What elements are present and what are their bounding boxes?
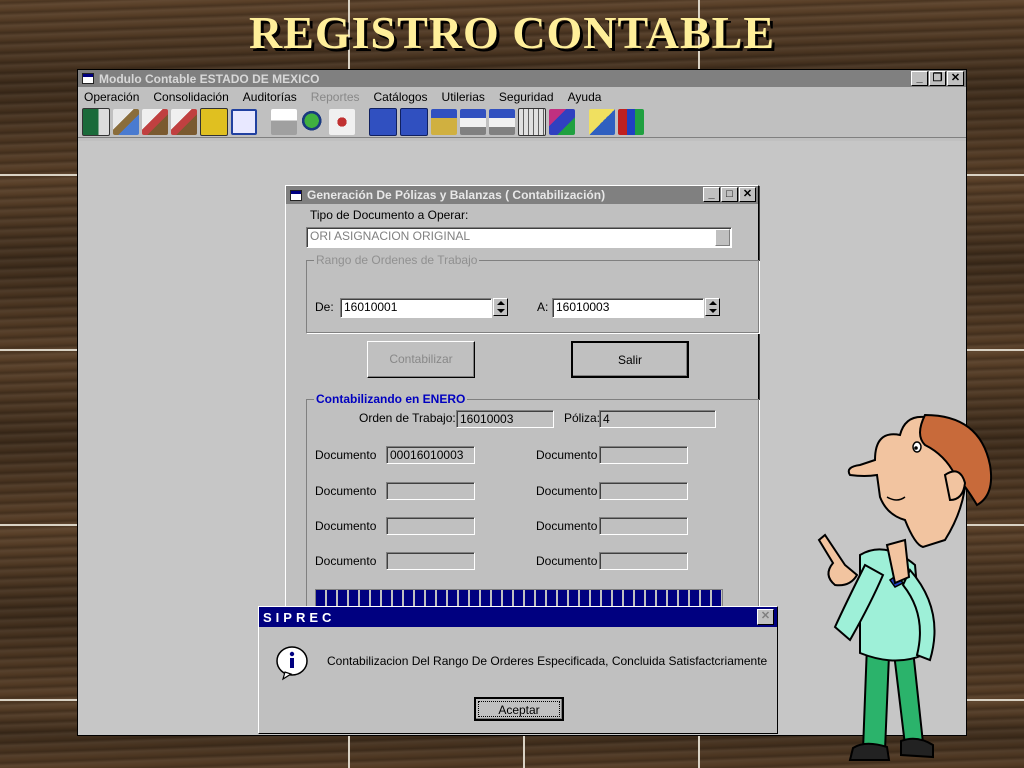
orden-value: 16010003 — [456, 410, 554, 428]
documento-label-1: Documento — [315, 448, 377, 462]
message-close-button[interactable]: ✕ — [757, 609, 774, 625]
dialog-titlebar[interactable]: Generación De Pólizas y Balanzas ( Conta… — [286, 186, 758, 204]
documento-label-2: Documento — [536, 448, 598, 462]
minimize-button[interactable]: _ — [911, 71, 928, 86]
documento-field-2 — [599, 446, 688, 464]
slide-title: REGISTRO CONTABLE — [248, 7, 776, 58]
dialog-close-button[interactable]: ✕ — [739, 187, 756, 202]
menu-catalogos[interactable]: Catálogos — [374, 90, 428, 104]
to-spinner[interactable] — [705, 298, 720, 316]
to-label: A: — [537, 300, 549, 314]
dialog-icon — [290, 189, 302, 201]
help-chart-icon[interactable] — [618, 109, 644, 135]
exit-door-icon[interactable] — [82, 108, 110, 136]
range-group-caption: Rango de Ordenes de Trabajo — [314, 253, 480, 267]
documento-field-7 — [386, 552, 475, 570]
printer-report-icon[interactable] — [460, 109, 486, 135]
progress-bar — [315, 589, 723, 607]
message-titlebar[interactable]: SIPREC ✕ — [259, 607, 777, 627]
documento-field-6 — [599, 517, 688, 535]
documento-field-5 — [386, 517, 475, 535]
contabilizar-button[interactable]: Contabilizar — [367, 341, 475, 378]
doc-type-value: ORI ASIGNACION ORIGINAL — [310, 229, 471, 243]
aceptar-button[interactable]: Aceptar — [474, 697, 564, 721]
restore-button[interactable]: ❐ — [929, 71, 946, 86]
edit-document-icon[interactable] — [589, 109, 615, 135]
polizas-icon[interactable] — [171, 109, 197, 135]
documento-field-4 — [599, 482, 688, 500]
menu-ayuda[interactable]: Ayuda — [568, 90, 602, 104]
calculator-icon[interactable] — [518, 108, 546, 136]
menu-consolidacion[interactable]: Consolidación — [153, 90, 228, 104]
catalogo-contable-icon[interactable] — [400, 108, 428, 136]
documento-label-8: Documento — [536, 554, 598, 568]
documento-field-8 — [599, 552, 688, 570]
dialog-maximize-button[interactable]: □ — [721, 187, 738, 202]
main-titlebar[interactable]: Modulo Contable ESTADO DE MEXICO _ ❐ ✕ — [78, 70, 966, 87]
documento-field-3 — [386, 482, 475, 500]
status-groupbox — [306, 399, 759, 613]
cedulas-icon[interactable] — [142, 109, 168, 135]
menu-reportes[interactable]: Reportes — [311, 90, 360, 104]
salir-button[interactable]: Salir — [571, 341, 689, 378]
siprec-message-box: SIPREC ✕ Contabilizacion Del Rango De Or… — [258, 606, 778, 734]
menu-auditorias[interactable]: Auditorías — [243, 90, 297, 104]
poliza-balanza-icon[interactable] — [200, 108, 228, 136]
documento-label-4: Documento — [536, 484, 598, 498]
documento-label-5: Documento — [315, 519, 377, 533]
magnifier-icon[interactable] — [300, 109, 326, 135]
dialog-title: Generación De Pólizas y Balanzas ( Conta… — [307, 188, 606, 202]
doc-type-label: Tipo de Documento a Operar: — [310, 208, 469, 222]
menu-operacion[interactable]: Operación — [84, 90, 139, 104]
printer-icon[interactable] — [271, 109, 297, 135]
documento-label-7: Documento — [315, 554, 377, 568]
message-text: Contabilizacion Del Rango De Orderes Esp… — [327, 654, 768, 668]
info-icon — [276, 646, 308, 681]
from-spinner[interactable] — [493, 298, 508, 316]
zoom-document-icon[interactable] — [329, 109, 355, 135]
stack-documents-icon[interactable] — [113, 109, 139, 135]
documento-field-1: 00016010003 — [386, 446, 475, 464]
documento-label-6: Documento — [536, 519, 598, 533]
to-input[interactable]: 16010003 — [552, 298, 704, 318]
books-icon[interactable] — [549, 109, 575, 135]
from-input[interactable]: 16010001 — [340, 298, 492, 318]
close-button[interactable]: ✕ — [947, 71, 964, 86]
message-title: SIPREC — [263, 609, 336, 625]
calendar-icon[interactable] — [231, 109, 257, 135]
status-group-caption: Contabilizando en ENERO — [314, 392, 468, 406]
dialog-minimize-button[interactable]: _ — [703, 187, 720, 202]
main-window-title: Modulo Contable ESTADO DE MEXICO — [99, 71, 320, 86]
menu-seguridad[interactable]: Seguridad — [499, 90, 554, 104]
poliza-label: Póliza: — [564, 411, 601, 425]
pointing-man-illustration — [817, 413, 993, 761]
balance-scale-icon[interactable] — [431, 109, 457, 135]
window-icon — [82, 73, 94, 84]
orden-label: Orden de Trabajo: — [359, 411, 456, 425]
documento-label-3: Documento — [315, 484, 377, 498]
toolbar — [78, 107, 966, 138]
contabilizacion-dialog: Generación De Pólizas y Balanzas ( Conta… — [285, 185, 759, 613]
ledger-blue-icon[interactable] — [369, 108, 397, 136]
menu-utilerias[interactable]: Utilerias — [442, 90, 485, 104]
range-groupbox — [306, 260, 759, 333]
from-label: De: — [315, 300, 334, 314]
printer-report-2-icon[interactable] — [489, 109, 515, 135]
doc-type-select[interactable]: ORI ASIGNACION ORIGINAL — [306, 227, 732, 248]
poliza-value: 4 — [599, 410, 716, 428]
menu-bar: Operación Consolidación Auditorías Repor… — [78, 87, 966, 107]
chevron-down-icon[interactable] — [715, 229, 730, 246]
